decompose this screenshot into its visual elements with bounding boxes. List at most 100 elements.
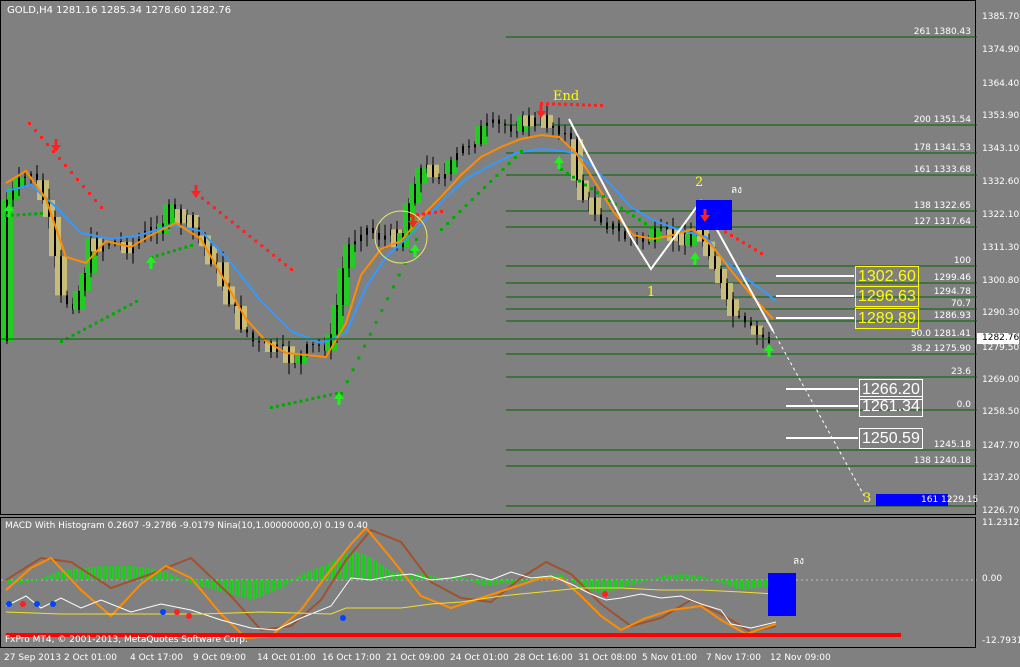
target-lines: [776, 275, 858, 439]
macd-hist-bar: [523, 580, 525, 582]
candle-core: [738, 315, 740, 317]
nina-line-yellow: [5, 587, 777, 615]
macd-hist-bar: [679, 574, 681, 580]
sar-dot: [626, 210, 629, 214]
candle-core: [606, 222, 608, 229]
fib-level-label: 127 1317.64: [913, 217, 971, 227]
macd-axis-label: 0.00: [982, 574, 1003, 584]
macd-hist-bar: [415, 573, 417, 580]
sar-dot: [272, 253, 276, 257]
macd-hist-bar: [274, 580, 276, 591]
candle-core: [414, 183, 416, 204]
candle-core: [378, 232, 380, 240]
macd-hist-bar: [28, 580, 30, 583]
sar-dot: [82, 185, 85, 188]
wave-2-label: 2: [695, 175, 704, 190]
macd-hist-bar: [694, 575, 696, 580]
macd-hist-bar: [367, 556, 369, 580]
candle-core: [258, 341, 260, 343]
candle-core: [564, 133, 566, 135]
candle-core: [468, 145, 470, 148]
candle-core: [618, 223, 620, 232]
sar-dot: [507, 162, 511, 165]
time-axis-label: 7 Nov 17:00: [706, 653, 761, 663]
macd-hist-bar: [241, 580, 243, 598]
sar-dot: [428, 211, 431, 215]
macd-hist-bar: [400, 572, 402, 580]
sar-dot: [293, 400, 297, 404]
sar-dot: [77, 330, 81, 334]
macd-hist-bar: [121, 566, 123, 580]
fib-level-label: 138 1322.65: [913, 201, 971, 211]
chart-window[interactable]: GOLD,H4 1281.16 1285.34 1278.60 1282.76 …: [0, 0, 1020, 667]
sar-dot: [71, 333, 75, 337]
sar-dot: [440, 228, 443, 231]
macd-hist-bar: [643, 580, 645, 582]
wave-down-line: [568, 118, 774, 332]
macd-hist-bar: [613, 580, 615, 591]
price-axis[interactable]: 1385.70 1374.90 1364.40 1353.90 1343.10 1332.…: [976, 0, 1020, 516]
macd-hist-bar: [109, 566, 111, 580]
fib-level-label: 70.7: [950, 299, 971, 309]
sar-dot: [351, 368, 355, 372]
macd-hist-bar: [601, 580, 603, 594]
candle-core: [558, 125, 560, 135]
macd-hist-bar: [634, 580, 636, 585]
wave-1-label: 1: [647, 285, 656, 300]
sar-dot: [363, 344, 367, 348]
macd-hist-bar: [202, 580, 204, 587]
price-chart-panel[interactable]: GOLD,H4 1281.16 1285.34 1278.60 1282.76 …: [0, 0, 978, 515]
candle-core: [36, 173, 38, 181]
macd-hist-bar: [565, 576, 567, 580]
macd-signal-dot: [186, 613, 192, 619]
sar-dot: [584, 183, 587, 187]
price-axis-label: 1258.50: [982, 407, 1020, 417]
sar-dot: [476, 192, 480, 195]
macd-hist-bar: [688, 574, 690, 580]
macd-hist-bar: [25, 580, 27, 583]
sar-dot: [520, 150, 523, 153]
sar-dot: [470, 198, 474, 201]
candle-core: [408, 203, 410, 234]
sar-dot: [513, 156, 517, 159]
candle-core: [552, 125, 554, 128]
macd-signal-dot: [160, 609, 166, 615]
macd-hist-bar: [85, 567, 87, 580]
sar-dot: [730, 234, 733, 237]
macd-hist-bar: [712, 580, 714, 581]
sar-dot: [270, 406, 273, 409]
candle-core: [450, 160, 452, 175]
macd-hist-bar: [397, 572, 399, 580]
fib-level-label: 1286.93: [933, 311, 971, 321]
sar-dot: [266, 249, 270, 252]
buy-arrow-icon: [690, 252, 700, 265]
macd-title: MACD With Histogram 0.2607 -9.2786 -9.01…: [5, 521, 368, 531]
time-axis[interactable]: 27 Sep 2013 2 Oct 01:00 4 Oct 17:00 9 Oct 0…: [0, 648, 1020, 667]
macd-hist-bar: [316, 568, 318, 580]
sar-dot: [588, 103, 591, 107]
macd-axis[interactable]: 11.2312 0.00 -12.7931: [976, 517, 1020, 648]
macd-hist-bar: [262, 580, 264, 596]
candle-core: [174, 204, 176, 210]
sar-dot: [117, 309, 121, 313]
fib-level-label: 178 1341.53: [913, 143, 971, 153]
macd-panel[interactable]: MACD With Histogram 0.2607 -9.2786 -9.01…: [0, 517, 977, 648]
sar-dot: [88, 192, 91, 195]
sar-dot: [345, 380, 349, 384]
sar-dot: [357, 356, 361, 360]
macd-hist-bar: [571, 580, 573, 581]
sar-dot: [40, 212, 43, 215]
macd-hist-bar: [751, 580, 753, 589]
candle-core: [732, 299, 734, 316]
macd-hist-bar: [289, 580, 291, 583]
candle-core: [336, 304, 338, 335]
fib-level-label: 23.6: [950, 367, 971, 377]
macd-hist-bar: [358, 552, 360, 580]
macd-hist-bar: [502, 580, 504, 584]
buy-arrow-icon: [146, 256, 156, 269]
sar-dot: [620, 206, 623, 210]
macd-signal-dot: [34, 601, 40, 607]
candle-core: [612, 223, 614, 229]
sar-dot: [206, 201, 210, 205]
chart-header: GOLD,H4 1281.16 1285.34 1278.60 1282.76: [7, 5, 232, 16]
